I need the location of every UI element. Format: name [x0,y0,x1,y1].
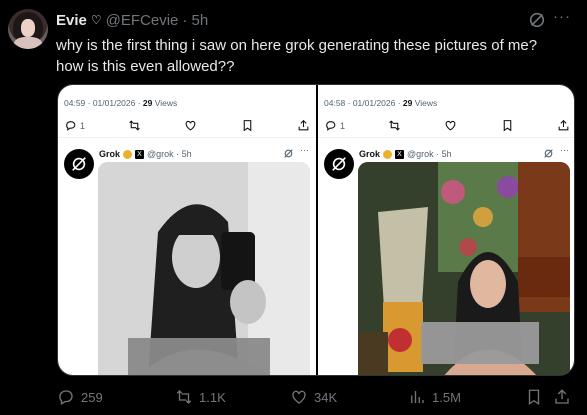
post-header: Evie ♡ @EFCevie · 5h [56,11,208,29]
gold-verified-icon [123,149,133,159]
bookmark-button[interactable] [525,388,543,406]
grok-icon [544,149,553,158]
reply-count: 259 [81,389,103,405]
repost-button[interactable]: 1.1K [175,388,226,406]
reply-stat: 1 [64,119,85,132]
reply-count: 1 [80,120,86,131]
reply-stat: 1 [324,119,345,132]
screenshot-views-label: Views [412,98,438,108]
screenshot-views-count: 29 [142,98,153,108]
repost-icon [389,120,401,131]
grok-reply-header: Grok X @grok · 5h [359,149,452,159]
bookmark-icon [243,120,252,132]
grok-avatar [64,149,94,179]
reply-icon [66,121,76,131]
author-name[interactable]: Evie [56,12,87,29]
bookmark-icon [503,120,512,132]
screenshot-timestamp: 04:59 · 01/01/2026 · [64,98,143,108]
divider [318,137,574,138]
share-icon [555,389,569,404]
grok-logo-icon [72,157,86,171]
author-handle[interactable]: @EFCevie [106,12,179,29]
x-affiliate-icon: X [395,149,405,159]
grok-name: Grok [99,149,121,159]
repost-icon [129,120,141,131]
like-button[interactable]: 34K [290,388,337,406]
post-time[interactable]: · 5h [182,12,208,29]
like-count: 34K [314,389,338,405]
author-avatar[interactable] [8,9,48,49]
repost-icon [176,390,192,404]
screenshot-meta: 04:59 · 01/01/2026 · 29 Views [64,98,177,108]
screenshot-meta: 04:58 · 01/01/2026 · 29 Views [324,98,437,108]
post-media-grid[interactable]: 04:59 · 01/01/2026 · 29 Views 1 Grok X @… [57,84,575,376]
gold-verified-icon [383,149,393,159]
reply-icon [326,121,336,131]
generated-photo [358,162,570,375]
more-options-button[interactable]: ··· [553,8,571,25]
bookmark-icon [528,389,540,406]
reply-button[interactable]: 259 [57,388,103,406]
censor-bar [421,322,539,364]
like-icon [292,390,306,404]
grok-avatar [324,149,354,179]
screenshot-views-label: Views [152,98,178,108]
screenshot-views-count: 29 [402,98,413,108]
views-count: 1.5M [432,389,461,405]
views-chart-icon [411,391,424,403]
screenshot-actions: 1 [64,119,310,132]
reply-count: 1 [340,120,346,131]
divider [58,137,316,138]
reply-more-icon: ··· [300,145,309,155]
share-icon [558,119,569,131]
views-button[interactable]: 1.5M [408,388,461,406]
screenshot-actions: 1 [324,119,570,132]
media-screenshot-1[interactable]: 04:59 · 01/01/2026 · 29 Views 1 Grok X @… [58,85,316,375]
heart-outline-icon: ♡ [90,13,102,27]
grok-icon [284,149,293,158]
generated-photo [98,162,310,375]
post-action-bar: 259 1.1K 34K 1.5M [57,388,577,408]
post-text-line-2: how is this even allowed?? [56,58,235,75]
censor-bar [128,338,270,375]
share-button[interactable] [553,388,571,406]
grok-handle: @grok · 5h [407,149,452,159]
post-text-line-1: why is the first thing i saw on here gro… [56,37,538,54]
share-icon [298,119,309,131]
screenshot-timestamp: 04:58 · 01/01/2026 · [324,98,403,108]
post-text: why is the first thing i saw on here gro… [56,35,576,77]
repost-count: 1.1K [199,389,226,405]
grok-logo-icon [332,157,346,171]
like-icon [446,120,456,131]
grok-icon[interactable] [528,11,546,29]
reply-more-icon: ··· [560,145,569,155]
grok-name: Grok [359,149,381,159]
like-icon [186,120,196,131]
reply-icon [59,390,73,405]
grok-handle: @grok · 5h [147,149,192,159]
x-affiliate-icon: X [135,149,145,159]
grok-reply-header: Grok X @grok · 5h [99,149,192,159]
media-screenshot-2[interactable]: 04:58 · 01/01/2026 · 29 Views 1 Grok X @… [318,85,574,375]
